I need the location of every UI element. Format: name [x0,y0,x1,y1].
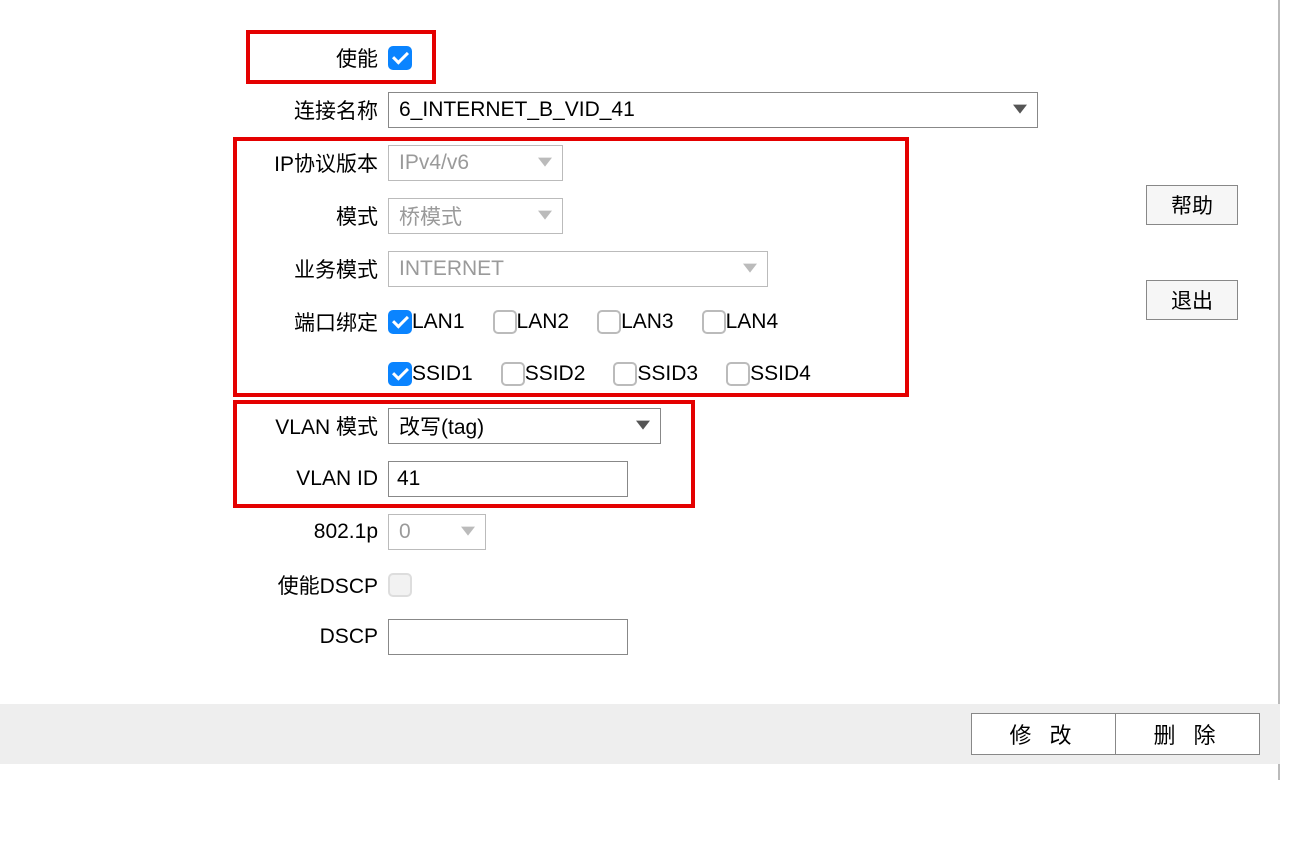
vlan-mode-select[interactable]: 改写(tag) [388,408,661,444]
bottom-toolbar: 修 改 删 除 [0,704,1280,764]
lan3-label: LAN3 [621,310,674,334]
enable-dscp-label: 使能DSCP [0,570,388,600]
vlan-mode-value: 改写(tag) [399,411,484,441]
lan4-label: LAN4 [726,310,779,334]
mode-label: 模式 [0,201,388,231]
lan2-label: LAN2 [517,310,570,334]
conn-name-label: 连接名称 [0,95,388,125]
ssid1-checkbox[interactable] [388,362,412,386]
chevron-down-icon [538,158,552,167]
delete-button[interactable]: 删 除 [1115,713,1260,755]
ssid1-label: SSID1 [412,362,473,386]
chevron-down-icon [743,264,757,273]
ip-proto-label: IP协议版本 [0,148,388,178]
port-bind-label: 端口绑定 [0,307,388,337]
lan1-label: LAN1 [412,310,465,334]
enable-dscp-checkbox [388,573,412,597]
ssid2-label: SSID2 [525,362,586,386]
conn-name-value: 6_INTERNET_B_VID_41 [399,98,635,122]
chevron-down-icon [1013,105,1027,114]
vlan-id-label: VLAN ID [0,467,388,491]
chevron-down-icon [461,527,475,536]
p8021-select: 0 [388,514,486,550]
conn-name-select[interactable]: 6_INTERNET_B_VID_41 [388,92,1038,128]
lan4-checkbox[interactable] [702,310,726,334]
ssid3-checkbox[interactable] [613,362,637,386]
exit-button[interactable]: 退出 [1146,280,1238,320]
enable-label: 使能 [0,43,388,73]
chevron-down-icon [636,421,650,430]
mode-value: 桥模式 [399,201,462,231]
mode-select: 桥模式 [388,198,563,234]
vlan-mode-label: VLAN 模式 [0,411,388,441]
help-button[interactable]: 帮助 [1146,185,1238,225]
service-mode-select: INTERNET [388,251,768,287]
enable-checkbox[interactable] [388,46,412,70]
ssid3-label: SSID3 [637,362,698,386]
lan3-checkbox[interactable] [597,310,621,334]
lan2-checkbox[interactable] [493,310,517,334]
service-mode-label: 业务模式 [0,254,388,284]
lan1-checkbox[interactable] [388,310,412,334]
ssid4-checkbox[interactable] [726,362,750,386]
ssid4-label: SSID4 [750,362,811,386]
ssid2-checkbox[interactable] [501,362,525,386]
chevron-down-icon [538,211,552,220]
p8021-value: 0 [399,520,411,544]
dscp-input[interactable] [388,619,628,655]
p8021-label: 802.1p [0,520,388,544]
vlan-id-input[interactable] [388,461,628,497]
service-mode-value: INTERNET [399,257,504,281]
ip-proto-select: IPv4/v6 [388,145,563,181]
ip-proto-value: IPv4/v6 [399,151,469,175]
dscp-label: DSCP [0,625,388,649]
modify-button[interactable]: 修 改 [971,713,1116,755]
